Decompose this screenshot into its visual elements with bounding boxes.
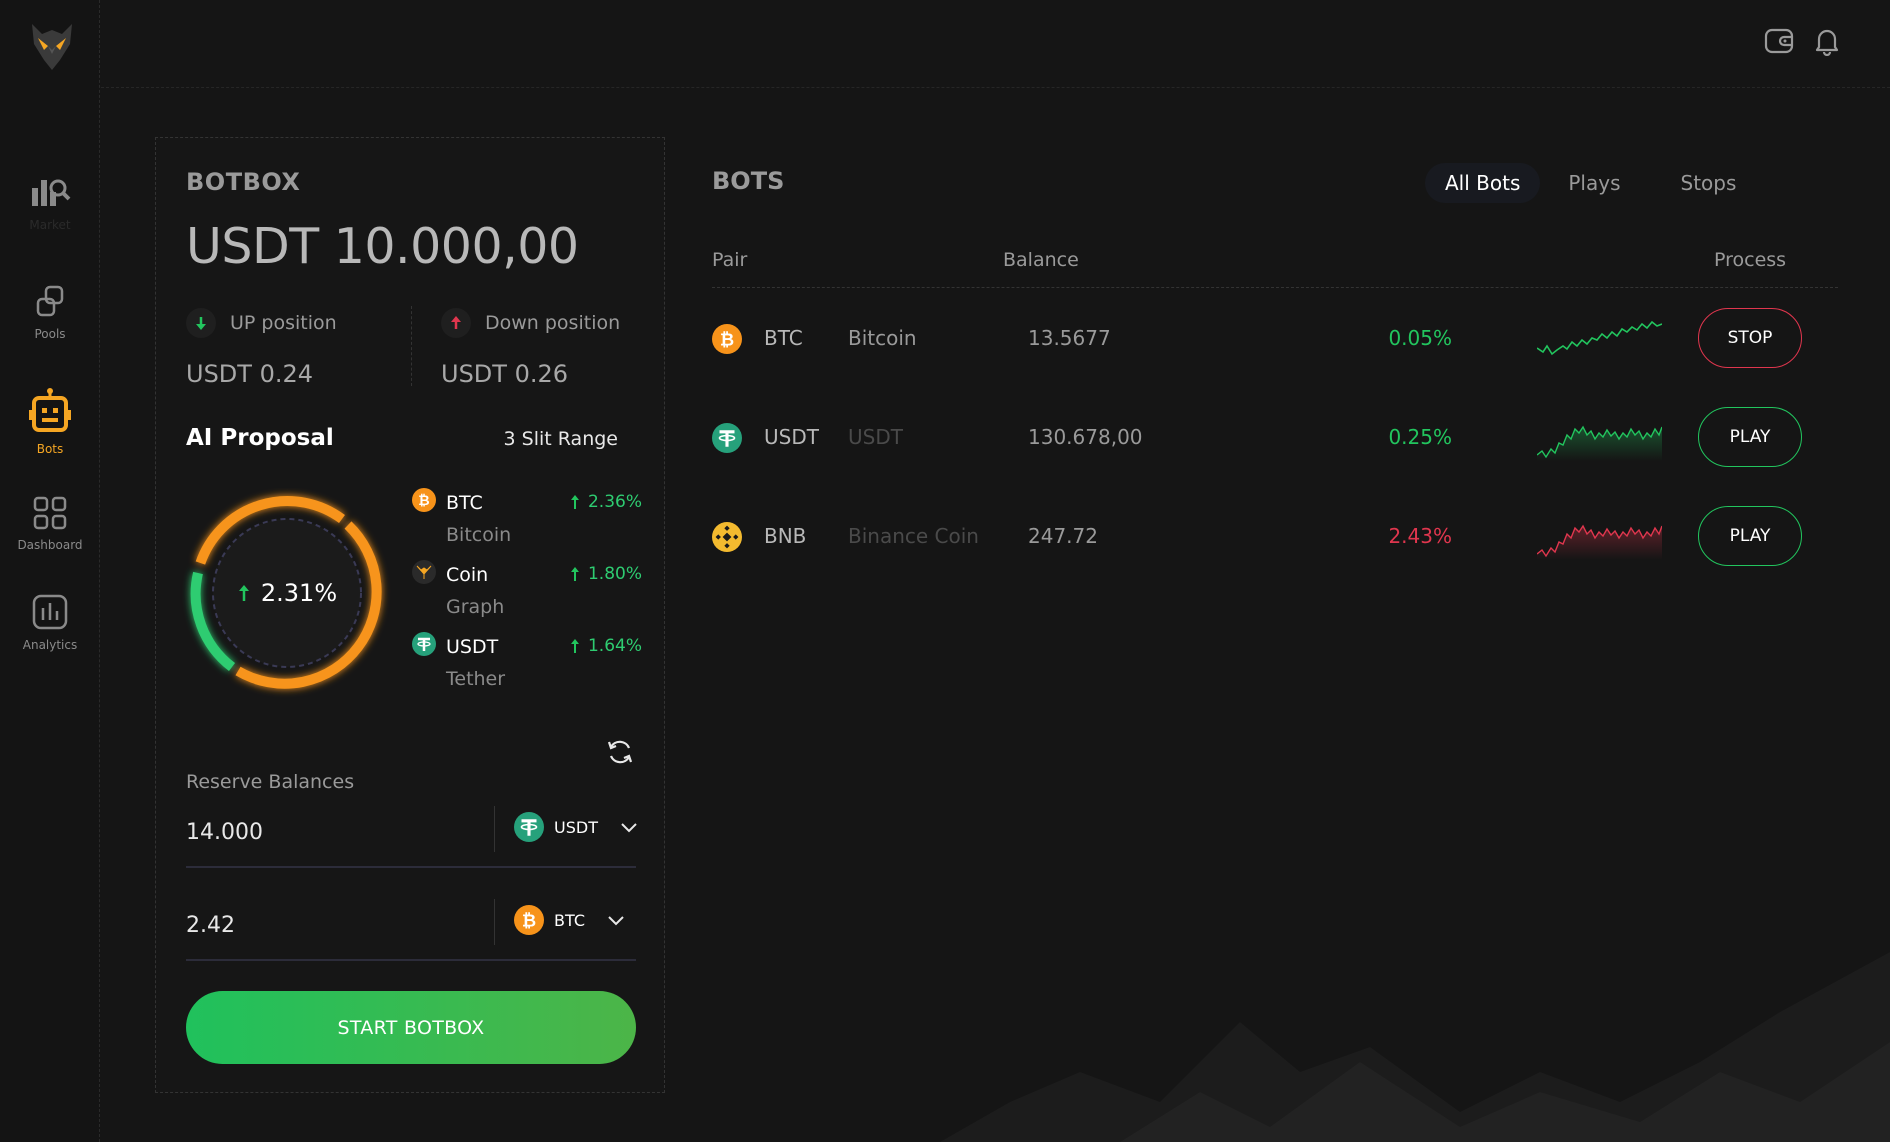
- arrow-up-icon: [570, 567, 579, 581]
- sparkline: [1537, 425, 1662, 461]
- sidebar-item-label: Analytics: [22, 638, 78, 652]
- reserve-field-btc: 2.42 ₿ BTC: [186, 899, 636, 961]
- table-row: ₿ BTC Bitcoin 13.5677 0.05% STOP: [712, 306, 1838, 370]
- header-divider: [712, 287, 1838, 288]
- fox-logo-icon[interactable]: [26, 20, 78, 72]
- botbox-balance: USDT 10.000,00: [186, 218, 579, 275]
- sidebar-item-analytics[interactable]: Analytics: [0, 594, 100, 652]
- pools-icon: [36, 285, 64, 317]
- robot-icon: [29, 388, 71, 432]
- list-item: Coin Graph 1.80%: [412, 560, 642, 632]
- mountains-decoration: [940, 952, 1890, 1142]
- analytics-icon: [32, 594, 68, 630]
- arrow-down-icon: [186, 308, 216, 338]
- ai-proposal-range[interactable]: 3 Slit Range: [504, 428, 618, 450]
- bots-tabs: All Bots Plays Stops: [1425, 163, 1756, 203]
- sparkline: [1537, 524, 1662, 560]
- tab-stops[interactable]: Stops: [1661, 163, 1757, 203]
- column-header-process: Process: [1714, 249, 1787, 271]
- arrow-up-icon: [570, 639, 579, 653]
- up-position: UP position USDT 0.24: [186, 308, 337, 388]
- reserve-balances-label: Reserve Balances: [186, 771, 355, 793]
- down-position: Down position USDT 0.26: [441, 308, 620, 388]
- tether-icon: [514, 812, 544, 842]
- reserve-amount-input[interactable]: 2.42: [186, 913, 235, 938]
- reserve-amount-input[interactable]: 14.000: [186, 820, 263, 845]
- start-botbox-button[interactable]: START BOTBOX: [186, 991, 636, 1064]
- sidebar-item-bots[interactable]: Bots: [0, 388, 100, 456]
- btc-icon: ₿: [514, 905, 544, 935]
- bell-icon[interactable]: [1812, 26, 1842, 56]
- tether-icon: [712, 423, 742, 453]
- sidebar-item-pools[interactable]: Pools: [0, 283, 100, 341]
- sidebar: Market Pools Bots Dashboard Analytics: [0, 0, 100, 1142]
- sidebar-item-label: Market: [29, 218, 71, 232]
- currency-select[interactable]: USDT: [514, 812, 638, 842]
- sidebar-item-label: Bots: [36, 442, 64, 456]
- btc-icon: ₿: [712, 324, 742, 354]
- stop-button[interactable]: STOP: [1698, 308, 1802, 368]
- wallet-icon[interactable]: [1764, 26, 1794, 56]
- bots-title: BOTS: [712, 167, 785, 195]
- chevron-down-icon: [608, 916, 624, 926]
- up-position-label: UP position: [230, 312, 337, 334]
- column-header-pair: Pair: [712, 249, 748, 271]
- refresh-icon[interactable]: [606, 738, 634, 766]
- graph-coin-icon: [412, 560, 436, 584]
- tether-icon: [412, 632, 436, 656]
- svg-text:₿: ₿: [522, 911, 536, 931]
- ai-proposal-title: AI Proposal: [186, 425, 334, 451]
- grid-icon: [33, 496, 67, 530]
- arrow-up-icon: [441, 308, 471, 338]
- chart-search-icon: [32, 179, 71, 206]
- down-position-value: USDT 0.26: [441, 360, 569, 388]
- play-button[interactable]: PLAY: [1698, 407, 1802, 467]
- position-divider: [411, 306, 412, 386]
- chevron-down-icon: [621, 823, 637, 833]
- table-row: USDT USDT 130.678,00 0.25% PLAY: [712, 405, 1838, 469]
- arrow-up-icon: [238, 585, 249, 601]
- sidebar-item-label: Dashboard: [17, 538, 83, 552]
- tab-plays[interactable]: Plays: [1548, 163, 1640, 203]
- sidebar-item-dashboard[interactable]: Dashboard: [0, 496, 100, 552]
- sidebar-item-label: Pools: [34, 327, 66, 341]
- sidebar-item-market[interactable]: Market: [0, 170, 100, 232]
- btc-icon: ₿: [412, 488, 436, 512]
- up-position-value: USDT 0.24: [186, 360, 314, 388]
- topbar: [101, 0, 1890, 88]
- currency-select[interactable]: ₿ BTC: [514, 905, 625, 935]
- sparkline: [1537, 320, 1662, 356]
- table-row: BNB Binance Coin 247.72 2.43% PLAY: [712, 504, 1838, 568]
- arrow-up-icon: [570, 495, 579, 509]
- reserve-field-usdt: 14.000 USDT: [186, 806, 638, 868]
- play-button[interactable]: PLAY: [1698, 506, 1802, 566]
- svg-text:₿: ₿: [720, 330, 734, 350]
- bnb-icon: [712, 522, 742, 552]
- down-position-label: Down position: [485, 312, 621, 334]
- proposal-coin-list: ₿ BTC Bitcoin 2.36% Coin Graph 1.80% USD…: [412, 488, 642, 704]
- list-item: ₿ BTC Bitcoin 2.36%: [412, 488, 642, 560]
- donut-center-value: 2.31%: [182, 488, 392, 698]
- column-header-balance: Balance: [1003, 249, 1079, 271]
- botbox-panel: BOTBOX USDT 10.000,00 UP position USDT 0…: [155, 137, 665, 1093]
- list-item: USDT Tether 1.64%: [412, 632, 642, 704]
- tab-all-bots[interactable]: All Bots: [1425, 163, 1541, 203]
- botbox-title: BOTBOX: [186, 168, 301, 196]
- svg-text:₿: ₿: [418, 493, 429, 509]
